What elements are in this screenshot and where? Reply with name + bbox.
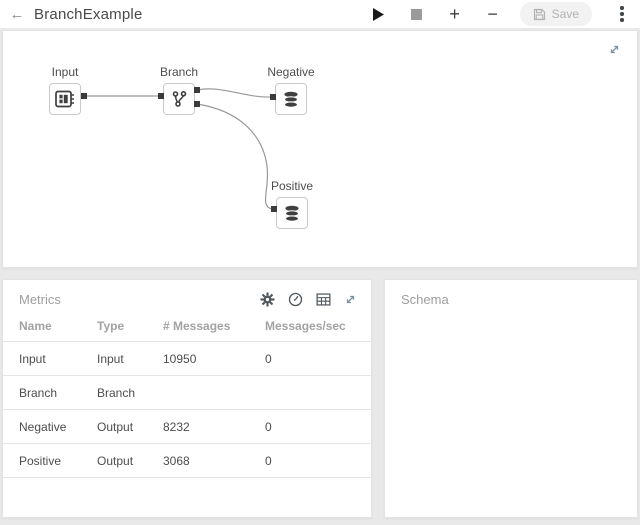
column-header-messages: # Messages — [147, 315, 249, 342]
node-label: Branch — [159, 65, 199, 79]
column-header-rate: Messages/sec — [249, 315, 371, 342]
port-branch-in — [158, 93, 164, 99]
cell-rate: 0 — [249, 443, 371, 478]
stop-button[interactable] — [410, 6, 424, 22]
schema-panel: Schema — [384, 279, 638, 518]
table-row[interactable]: Input Input 10950 0 — [3, 341, 371, 376]
zoom-in-button[interactable]: + — [448, 5, 462, 23]
cell-type: Output — [81, 443, 147, 478]
cell-name: Branch — [3, 375, 81, 410]
back-icon[interactable]: ← — [0, 6, 34, 23]
cell-name: Input — [3, 341, 81, 376]
node-branch: Branch — [139, 63, 219, 115]
cell-type: Input — [81, 341, 147, 376]
play-icon — [373, 7, 385, 21]
pipeline-canvas[interactable]: Input Branch Negative Positive — [2, 30, 638, 268]
cell-name: Negative — [3, 409, 81, 444]
save-button[interactable]: Save — [519, 2, 592, 26]
metrics-title: Metrics — [19, 292, 61, 307]
database-icon — [283, 91, 299, 108]
cell-rate — [249, 375, 371, 410]
kebab-menu-icon[interactable] — [616, 6, 628, 22]
cell-type: Branch — [81, 375, 147, 410]
cell-messages — [147, 375, 249, 410]
column-header-type: Type — [81, 315, 147, 342]
table-icon[interactable] — [316, 292, 331, 307]
metrics-table: Name Type # Messages Messages/sec Input … — [3, 315, 371, 478]
cell-messages: 3068 — [147, 443, 249, 478]
cell-rate: 0 — [249, 341, 371, 376]
node-box-branch[interactable] — [163, 83, 195, 115]
toolbar: + − Save — [372, 2, 628, 26]
node-positive: Positive — [252, 177, 332, 229]
expand-diagonal-icon[interactable] — [608, 43, 621, 61]
cell-rate: 0 — [249, 409, 371, 444]
cell-messages: 8232 — [147, 409, 249, 444]
table-row[interactable]: Negative Output 8232 0 — [3, 409, 371, 444]
table-row[interactable]: Positive Output 3068 0 — [3, 443, 371, 478]
top-bar: ← BranchExample + − Save — [0, 0, 640, 28]
node-label: Input — [51, 65, 79, 79]
port-branch-out-top — [194, 87, 200, 93]
node-negative: Negative — [251, 63, 331, 115]
node-box-input[interactable] — [49, 83, 81, 115]
page-title: BranchExample — [34, 5, 143, 23]
node-box-negative[interactable] — [275, 83, 307, 115]
input-window-icon — [55, 90, 74, 108]
port-negative-in — [270, 94, 276, 100]
expand-diagonal-icon[interactable] — [344, 293, 357, 306]
gear-icon[interactable] — [260, 292, 275, 307]
port-input-out — [81, 93, 87, 99]
node-box-positive[interactable] — [276, 197, 308, 229]
port-positive-in — [271, 206, 277, 212]
cell-name: Positive — [3, 443, 81, 478]
clock-icon[interactable] — [288, 292, 303, 307]
node-label: Positive — [270, 179, 314, 193]
zoom-out-button[interactable]: − — [486, 5, 500, 23]
schema-title: Schema — [401, 292, 449, 307]
node-label: Negative — [267, 65, 315, 79]
node-input: Input — [25, 63, 105, 115]
metrics-panel: Metrics Name Type # Messages Messages/se… — [2, 279, 372, 518]
app-window: ← BranchExample + − Save Input Branch Ne… — [0, 0, 640, 525]
save-button-label: Save — [551, 7, 579, 21]
stop-icon — [411, 8, 423, 20]
save-icon — [533, 8, 545, 20]
cell-messages: 10950 — [147, 341, 249, 376]
column-header-name: Name — [3, 315, 81, 342]
port-branch-out-bottom — [194, 101, 200, 107]
table-row[interactable]: Branch Branch — [3, 375, 371, 410]
branch-icon — [172, 90, 187, 107]
cell-type: Output — [81, 409, 147, 444]
metrics-table-header: Name Type # Messages Messages/sec — [3, 315, 371, 342]
database-icon — [284, 205, 300, 222]
play-button[interactable] — [372, 6, 386, 22]
